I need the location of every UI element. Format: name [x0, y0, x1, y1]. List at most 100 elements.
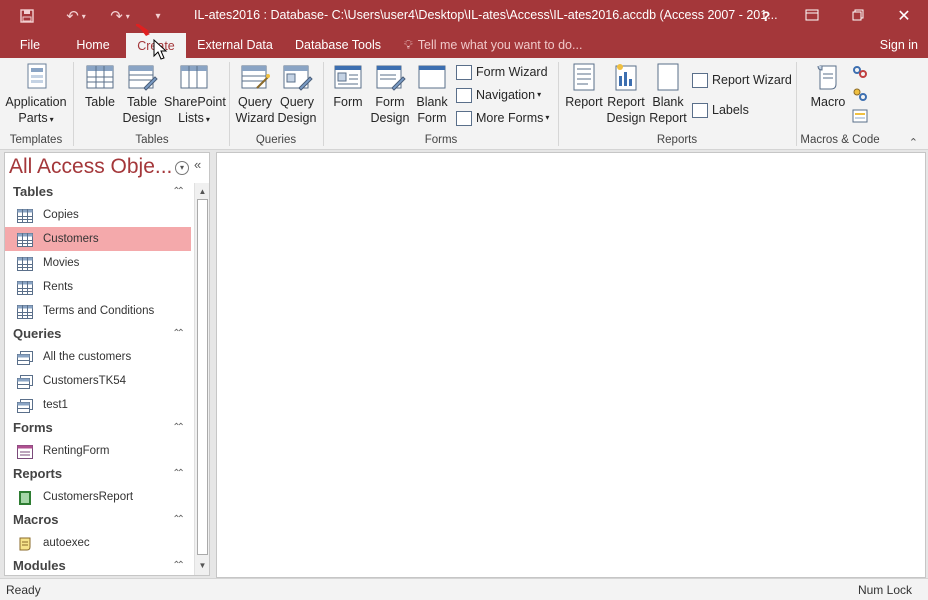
query-icon: [17, 374, 33, 389]
form-design-button[interactable]: Form Design: [370, 62, 410, 126]
report-design-button[interactable]: Report Design: [606, 62, 646, 126]
blank-form-label-2: Form: [417, 111, 447, 125]
scroll-up-icon[interactable]: ▲: [195, 185, 210, 199]
table-button[interactable]: Table: [80, 62, 120, 110]
blank-form-button[interactable]: Blank Form: [412, 62, 452, 126]
module-icon[interactable]: [851, 64, 869, 80]
redo-icon[interactable]: ↷ ▾: [102, 0, 138, 32]
collapse-category-icon[interactable]: ⌃⌃: [172, 555, 185, 577]
nav-item-table[interactable]: Copies: [5, 203, 191, 227]
table-icon: [84, 62, 116, 92]
table-design-button[interactable]: Table Design: [122, 62, 162, 126]
collapse-category-icon[interactable]: ⌃⌃: [172, 181, 185, 203]
nav-category-macros[interactable]: Macros ⌃⌃: [5, 509, 191, 531]
group-separator: [323, 62, 324, 146]
tab-home[interactable]: Home: [66, 32, 120, 58]
more-forms-button[interactable]: More Forms ▾: [456, 108, 549, 128]
nav-item-table[interactable]: Customers: [5, 227, 191, 251]
close-button[interactable]: ✕: [882, 0, 926, 32]
form-button[interactable]: Form: [330, 62, 366, 110]
form-wizard-button[interactable]: Form Wizard: [456, 62, 548, 82]
group-separator: [229, 62, 230, 146]
nav-item-query[interactable]: All the customers: [5, 345, 191, 369]
nav-item-label: RentingForm: [43, 445, 110, 457]
report-button[interactable]: Report: [564, 62, 604, 110]
collapse-category-icon[interactable]: ⌃⌃: [172, 417, 185, 439]
query-icon: [17, 350, 33, 365]
nav-scrollbar[interactable]: ▲ ▼: [194, 183, 209, 575]
table-design-icon: [126, 62, 158, 92]
tab-database-tools[interactable]: Database Tools: [290, 32, 386, 58]
report-wizard-icon: [692, 72, 708, 88]
nav-category-label: Macros: [13, 512, 59, 527]
nav-item-table[interactable]: Terms and Conditions: [5, 299, 191, 323]
class-module-icon[interactable]: [851, 86, 869, 102]
form-wizard-label: Form Wizard: [476, 65, 548, 79]
form-design-label-2: Design: [370, 111, 410, 125]
report-wizard-button[interactable]: Report Wizard: [692, 70, 792, 90]
table-icon: [17, 256, 33, 271]
table-icon: [17, 280, 33, 295]
nav-item-macro[interactable]: autoexec: [5, 531, 191, 555]
query-wizard-button[interactable]: Query Wizard: [235, 62, 275, 126]
sharepoint-lists-icon: [178, 62, 210, 92]
nav-category-label: Forms: [13, 420, 53, 435]
ribbon-create: Application Parts ▾ Templates Table Table…: [0, 58, 928, 150]
undo-icon[interactable]: ↶ ▾: [58, 0, 94, 32]
macro-button[interactable]: Macro: [808, 62, 848, 110]
nav-item-query[interactable]: test1: [5, 393, 191, 417]
form-icon: [17, 444, 33, 459]
nav-item-query[interactable]: CustomersTK54: [5, 369, 191, 393]
labels-button[interactable]: Labels: [692, 100, 749, 120]
nav-category-tables[interactable]: Tables ⌃⌃: [5, 181, 191, 203]
nav-pane-title[interactable]: All Access Obje...: [9, 155, 172, 179]
visual-basic-icon[interactable]: [851, 108, 869, 124]
tab-external-data[interactable]: External Data: [192, 32, 278, 58]
nav-item-label: All the customers: [43, 351, 132, 363]
collapse-category-icon[interactable]: ⌃⌃: [172, 323, 185, 345]
nav-category-label: Reports: [13, 466, 63, 481]
blank-report-icon: [652, 62, 684, 92]
nav-category-reports[interactable]: Reports ⌃⌃: [5, 463, 191, 485]
sign-in-link[interactable]: Sign in: [880, 32, 918, 58]
collapse-ribbon-icon[interactable]: ⌃: [909, 136, 918, 149]
nav-item-table[interactable]: Movies: [5, 251, 191, 275]
nav-pane-menu-icon[interactable]: ▾: [175, 161, 189, 175]
collapse-category-icon[interactable]: ⌃⌃: [172, 463, 185, 485]
report-design-label-2: Design: [606, 111, 646, 125]
mouse-pointer-icon: [135, 22, 170, 65]
query-design-button[interactable]: Query Design: [277, 62, 317, 126]
scroll-down-icon[interactable]: ▼: [195, 559, 210, 573]
nav-category-forms[interactable]: Forms ⌃⌃: [5, 417, 191, 439]
minimize-button[interactable]: [836, 0, 880, 32]
window-title: IL-ates2016 : Database- C:\Users\user4\D…: [194, 8, 778, 22]
scroll-thumb[interactable]: [197, 199, 208, 555]
group-tables-label: Tables: [135, 134, 169, 146]
blank-form-label: Blank: [416, 95, 448, 109]
ribbon-display-options-button[interactable]: [790, 0, 834, 32]
application-parts-button[interactable]: Application Parts ▾: [4, 62, 68, 128]
navigation-button[interactable]: Navigation ▾: [456, 85, 541, 105]
blank-report-button[interactable]: Blank Report: [648, 62, 688, 126]
nav-category-modules[interactable]: Modules ⌃⌃: [5, 555, 191, 577]
lightbulb-icon: 💡︎: [404, 38, 413, 52]
nav-category-queries[interactable]: Queries ⌃⌃: [5, 323, 191, 345]
sharepoint-lists-button[interactable]: SharePoint Lists ▾: [164, 62, 226, 128]
save-icon[interactable]: [14, 0, 40, 32]
tab-file[interactable]: File: [10, 32, 50, 58]
group-templates-label: Templates: [9, 134, 63, 146]
sharepoint-lists-label: SharePoint: [164, 95, 226, 109]
collapse-category-icon[interactable]: ⌃⌃: [172, 509, 185, 531]
query-icon: [17, 398, 33, 413]
form-design-icon: [374, 62, 406, 92]
nav-item-form[interactable]: RentingForm: [5, 439, 191, 463]
application-parts-label: Application: [5, 95, 67, 109]
help-button[interactable]: ?: [744, 0, 788, 32]
nav-item-label: CustomersReport: [43, 491, 134, 503]
tell-me-box[interactable]: 💡︎ Tell me what you want to do...: [404, 32, 582, 58]
shutter-bar-close-icon[interactable]: «: [194, 157, 201, 172]
num-lock-indicator: Num Lock: [857, 583, 912, 597]
nav-item-report[interactable]: CustomersReport: [5, 485, 191, 509]
nav-item-table[interactable]: Rents: [5, 275, 191, 299]
application-parts-label-2: Parts: [18, 111, 48, 125]
